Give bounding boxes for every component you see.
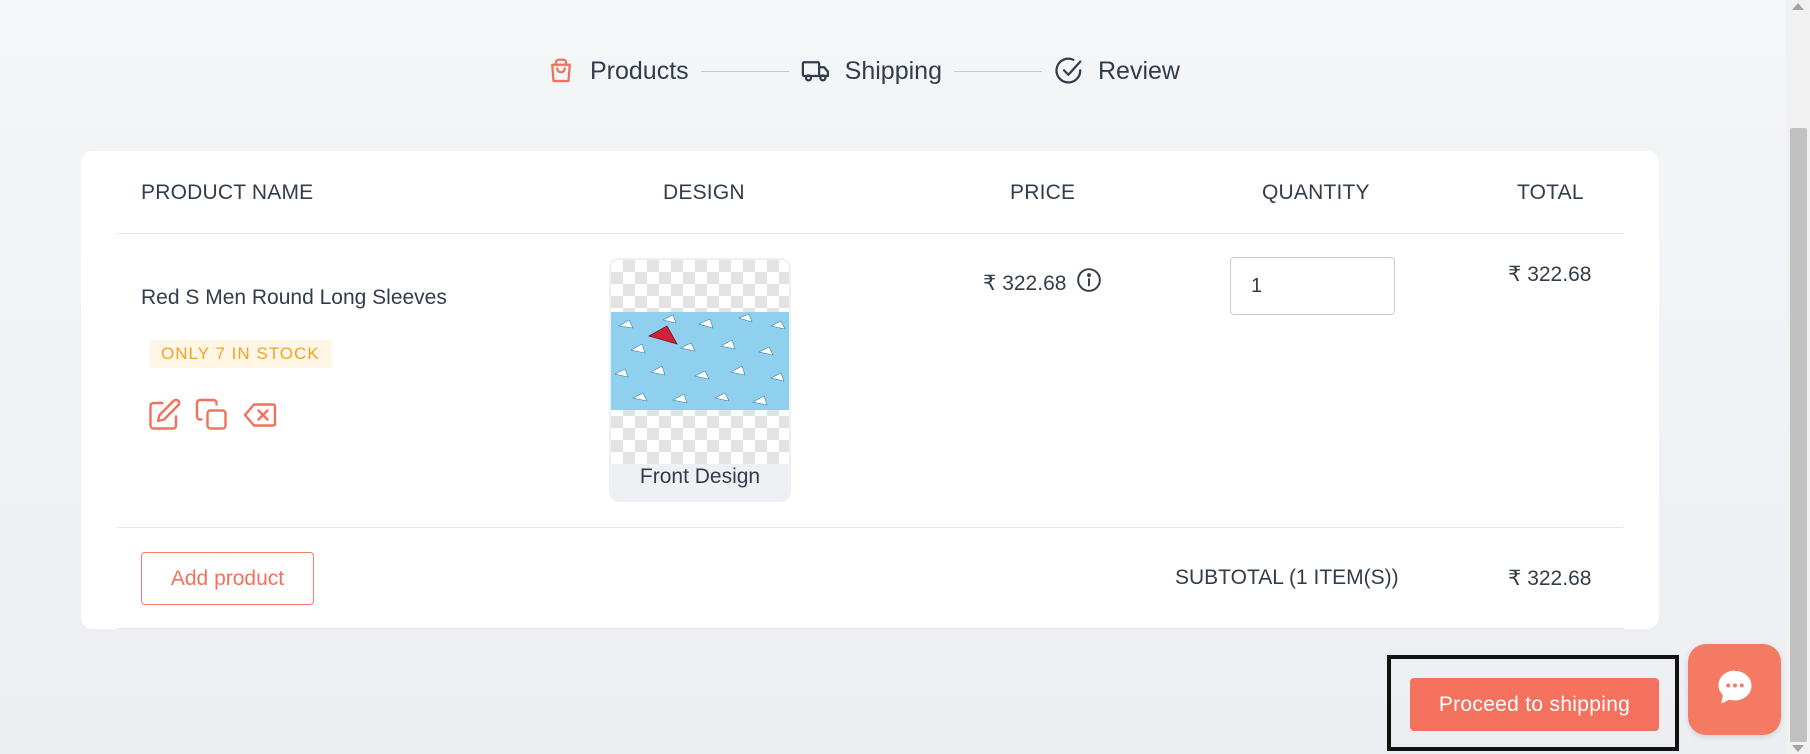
step-label: Shipping bbox=[844, 56, 942, 85]
footer-divider bbox=[117, 628, 1623, 629]
check-circle-icon bbox=[1054, 56, 1084, 86]
step-shipping[interactable]: Shipping bbox=[801, 56, 942, 86]
stock-badge: ONLY 7 IN STOCK bbox=[149, 340, 332, 368]
quantity-input[interactable] bbox=[1230, 257, 1395, 315]
row-divider bbox=[117, 527, 1623, 528]
step-label: Review bbox=[1097, 56, 1180, 85]
truck-icon bbox=[801, 56, 831, 86]
design-thumbnail bbox=[611, 260, 789, 464]
chat-bubble-icon bbox=[1713, 665, 1757, 714]
delete-icon bbox=[242, 397, 278, 438]
price-value: ₹ 322.68 bbox=[983, 271, 1067, 295]
product-name: Red S Men Round Long Sleeves bbox=[141, 286, 447, 309]
step-review[interactable]: Review bbox=[1054, 56, 1180, 86]
chat-button[interactable] bbox=[1688, 644, 1781, 735]
step-label: Products bbox=[590, 56, 689, 85]
header-quantity: QUANTITY bbox=[1262, 181, 1370, 204]
header-total: TOTAL bbox=[1517, 181, 1584, 204]
shopping-bag-icon bbox=[546, 56, 576, 86]
checkout-stepper: Products Shipping Review bbox=[546, 56, 1180, 86]
edit-button[interactable] bbox=[145, 398, 183, 436]
line-total: ₹ 322.68 bbox=[1508, 263, 1592, 286]
add-product-button[interactable]: Add product bbox=[141, 552, 314, 605]
edit-icon bbox=[146, 397, 182, 438]
duplicate-icon bbox=[194, 397, 230, 438]
header-price: PRICE bbox=[1010, 181, 1076, 204]
cart-card: PRODUCT NAME DESIGN PRICE QUANTITY TOTAL… bbox=[81, 151, 1659, 629]
duplicate-button[interactable] bbox=[193, 398, 231, 436]
paper-boats-artwork bbox=[611, 312, 789, 410]
header-product-name: PRODUCT NAME bbox=[141, 181, 314, 204]
delete-button[interactable] bbox=[241, 398, 279, 436]
subtotal-label: SUBTOTAL (1 ITEM(S)) bbox=[1175, 566, 1399, 589]
step-connector bbox=[700, 70, 789, 72]
design-preview[interactable]: Front Design bbox=[609, 258, 791, 502]
design-label: Front Design bbox=[639, 465, 761, 488]
subtotal-value: ₹ 322.68 bbox=[1508, 567, 1592, 590]
scrollbar-thumb[interactable] bbox=[1790, 128, 1807, 742]
header-design: DESIGN bbox=[663, 181, 745, 204]
row-actions bbox=[145, 398, 279, 436]
unit-price: ₹ 322.68 bbox=[983, 267, 1102, 299]
header-divider bbox=[117, 233, 1623, 234]
info-icon[interactable] bbox=[1076, 267, 1102, 299]
step-connector bbox=[953, 70, 1042, 72]
scroll-down-arrow-icon[interactable] bbox=[1792, 745, 1804, 752]
step-products[interactable]: Products bbox=[546, 56, 689, 86]
scroll-up-arrow-icon[interactable] bbox=[1792, 3, 1804, 10]
proceed-to-shipping-button[interactable]: Proceed to shipping bbox=[1410, 678, 1659, 731]
